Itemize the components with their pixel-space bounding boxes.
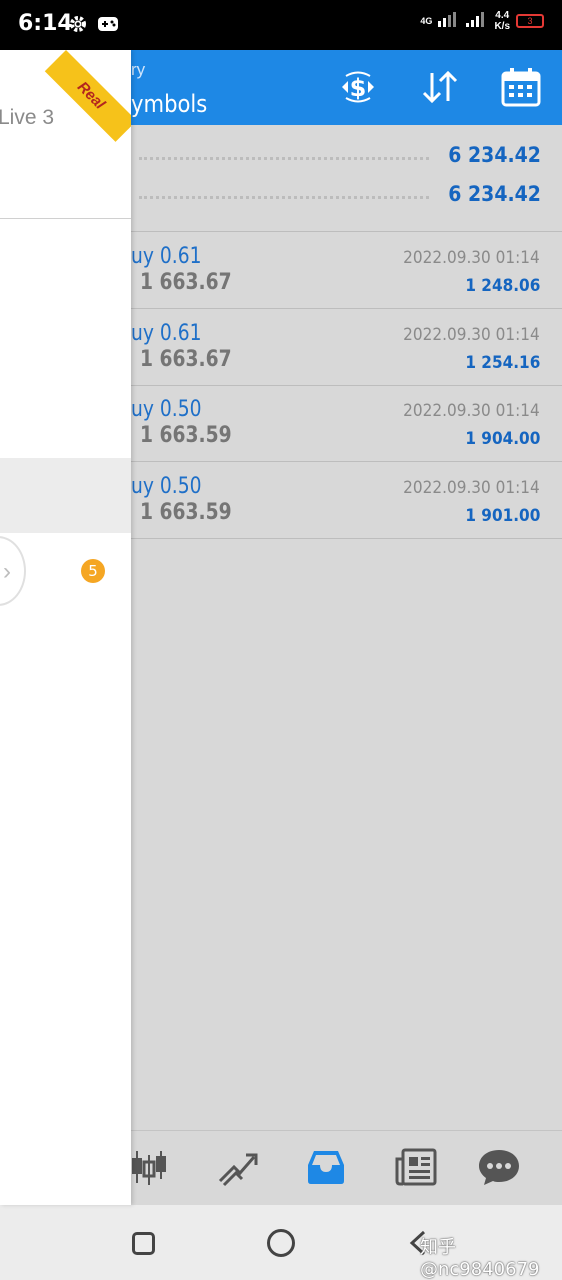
dotted-leader (139, 157, 429, 160)
signal-2-icon (466, 11, 488, 32)
speed-value: 4.4 (495, 10, 510, 21)
trade-time: 2022.09.30 01:14 (403, 325, 540, 345)
system-nav-bar: 知乎 @nc9840679 (0, 1205, 562, 1280)
header-subtitle: ry (131, 60, 146, 79)
trade-profit: 1 904.00 (464, 429, 540, 449)
calendar-icon (501, 68, 541, 107)
signal-icon (438, 11, 460, 32)
messages-icon (479, 1150, 519, 1185)
trade-row[interactable]: uy 0.61 1 663.67 2022.09.30 01:14 1 248.… (131, 232, 562, 309)
sort-icon (422, 70, 458, 104)
battery-icon: 3 (516, 14, 544, 28)
account-name[interactable]: Live 3 (0, 106, 54, 130)
network-type: 4G (420, 16, 433, 26)
summary-value: 6 234.42 (448, 182, 541, 206)
trade-row[interactable]: uy 0.50 1 663.59 2022.09.30 01:14 1 904.… (131, 385, 562, 462)
calendar-button[interactable] (499, 67, 543, 107)
trade-type: uy 0.61 (131, 321, 202, 346)
trade-row[interactable]: uy 0.50 1 663.59 2022.09.30 01:14 1 901.… (131, 462, 562, 539)
trade-time: 2022.09.30 01:14 (403, 248, 540, 268)
trade-type: uy 0.50 (131, 397, 202, 422)
header-title: ymbols (131, 90, 208, 118)
notification-badge: 5 (81, 559, 105, 583)
trade-price: 1 663.67 (140, 347, 232, 372)
real-account-ribbon: Real (44, 50, 131, 142)
side-drawer[interactable]: Real Live 3 › 5 (0, 50, 131, 1205)
summary-row: 6 234.42 (131, 139, 541, 177)
svg-text:$: $ (350, 74, 367, 102)
tab-history[interactable] (303, 1145, 349, 1189)
status-time: 6:14 (18, 11, 73, 36)
gear-icon (68, 14, 88, 39)
tab-messages[interactable] (476, 1145, 522, 1189)
trade-price: 1 663.59 (140, 423, 232, 448)
deposit-currency-button[interactable]: $ (336, 67, 380, 107)
watermark: 知乎 @nc9840679 (420, 1237, 540, 1280)
tab-trade[interactable] (214, 1145, 260, 1189)
drawer-item-selected[interactable] (0, 458, 131, 533)
recents-button[interactable] (132, 1232, 155, 1255)
speed-unit: K/s (494, 21, 510, 32)
trade-row[interactable]: uy 0.61 1 663.67 2022.09.30 01:14 1 254.… (131, 309, 562, 386)
network-speed: 4.4 K/s (494, 10, 510, 32)
trade-time: 2022.09.30 01:14 (403, 478, 540, 498)
quotes-candles-icon (132, 1151, 166, 1185)
trade-time: 2022.09.30 01:14 (403, 401, 540, 421)
news-icon (395, 1148, 437, 1186)
home-button[interactable] (267, 1229, 295, 1257)
history-inbox-icon (308, 1151, 344, 1184)
trade-profit: 1 254.16 (464, 353, 540, 373)
tab-quotes[interactable] (125, 1145, 171, 1189)
chevron-right-icon: › (3, 558, 11, 585)
summary-value: 6 234.42 (448, 143, 541, 167)
tab-news[interactable] (393, 1145, 439, 1189)
trade-profit: 1 248.06 (464, 276, 540, 296)
trade-profit: 1 901.00 (464, 506, 540, 526)
gamepad-icon (97, 15, 119, 38)
trade-chart-icon (218, 1153, 258, 1187)
dotted-leader (139, 196, 429, 199)
status-bar: 6:14 4G 4.4 K/s 3 (0, 0, 562, 50)
drawer-divider (0, 218, 131, 219)
trade-price: 1 663.67 (140, 270, 232, 295)
deposit-currency-icon: $ (342, 71, 374, 103)
sort-button[interactable] (418, 67, 462, 107)
trade-price: 1 663.59 (140, 500, 232, 525)
trade-type: uy 0.50 (131, 474, 202, 499)
summary-row: 6 234.42 (131, 178, 541, 216)
trade-type: uy 0.61 (131, 244, 202, 269)
drawer-expand-button[interactable]: › (0, 536, 26, 606)
